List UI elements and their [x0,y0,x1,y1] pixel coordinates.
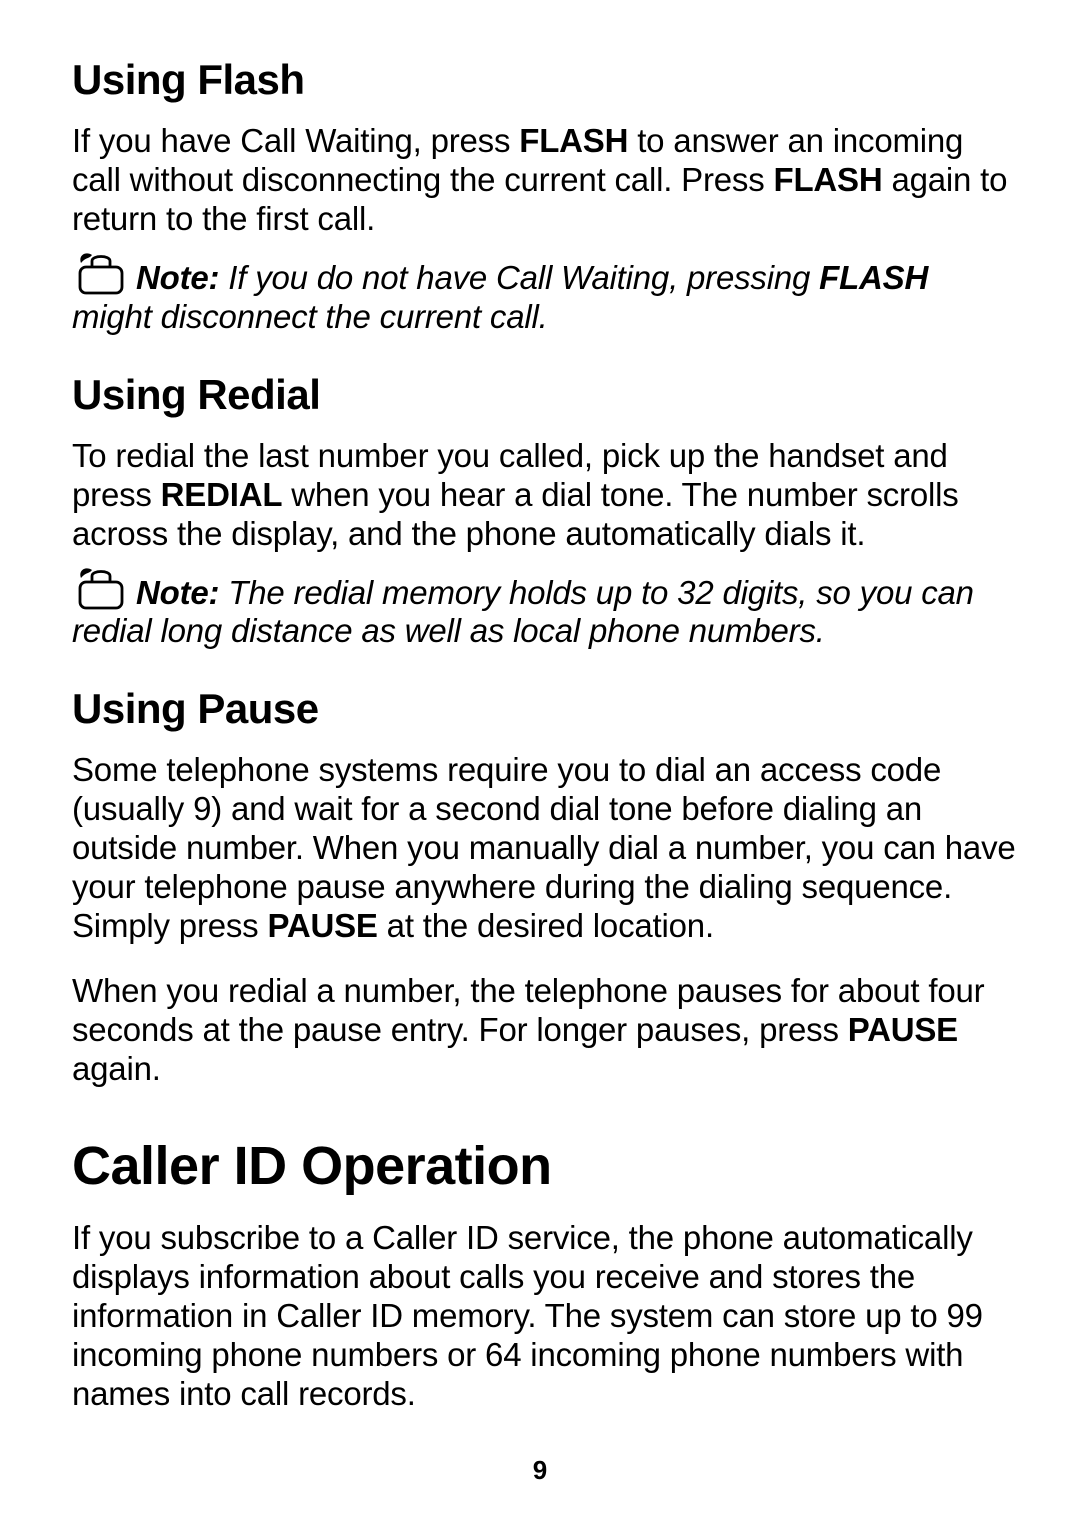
pause-paragraph-1: Some telephone systems require you to di… [72,751,1016,946]
note-icon [72,564,130,610]
text: at the desired location. [378,907,714,944]
document-page: Using Flash If you have Call Waiting, pr… [0,0,1080,1522]
heading-using-flash: Using Flash [72,56,1016,104]
note-label: Note: [136,259,219,296]
heading-using-pause: Using Pause [72,685,1016,733]
pause-key-1: PAUSE [267,907,377,944]
redial-note: Note: The redial memory holds up to 32 d… [72,564,1016,652]
page-number: 9 [0,1455,1080,1486]
callerid-paragraph: If you subscribe to a Caller ID service,… [72,1219,1016,1414]
flash-key-note: FLASH [819,259,928,296]
flash-key-1: FLASH [519,122,628,159]
flash-key-2: FLASH [773,161,882,198]
heading-using-redial: Using Redial [72,371,1016,419]
redial-paragraph: To redial the last number you called, pi… [72,437,1016,554]
note-icon [72,249,130,295]
heading-caller-id-operation: Caller ID Operation [72,1135,1016,1197]
pause-key-2: PAUSE [848,1011,958,1048]
text: again. [72,1050,161,1087]
text: If you have Call Waiting, press [72,122,519,159]
text: If you do not have Call Waiting, pressin… [219,259,819,296]
flash-paragraph: If you have Call Waiting, press FLASH to… [72,122,1016,239]
note-label: Note: [136,574,219,611]
flash-note: Note: If you do not have Call Waiting, p… [72,249,1016,337]
redial-key: REDIAL [161,476,283,513]
pause-paragraph-2: When you redial a number, the telephone … [72,972,1016,1089]
text: might disconnect the current call. [72,298,548,335]
